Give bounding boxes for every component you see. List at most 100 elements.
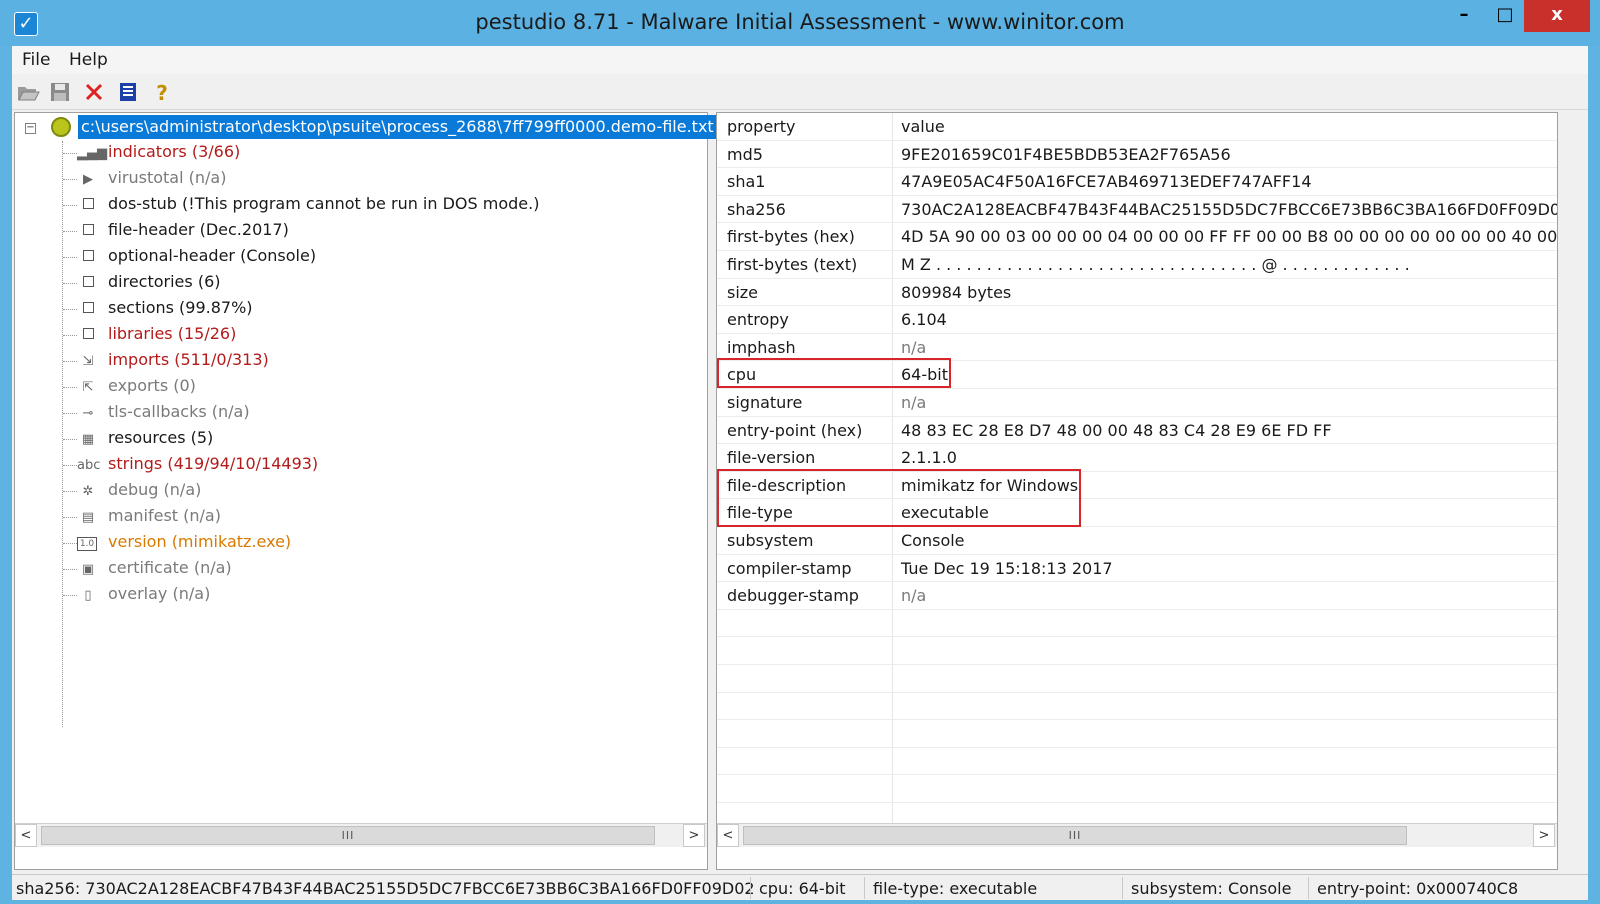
properties-table: property value md5 9FE201659C01F4BE5BDB53EA… xyxy=(717,113,1557,823)
table-row[interactable]: entry-point (hex) 48 83 EC 28 E8 D7 48 00… xyxy=(717,417,1557,445)
value-cell: 48 83 EC 28 E8 D7 48 00 00 48 83 C4 28 E… xyxy=(901,420,1332,440)
save-icon[interactable] xyxy=(48,81,72,105)
tree-node-label: dos-stub (!This program cannot be run in… xyxy=(108,194,540,213)
tree-node-label: tls-callbacks (n/a) xyxy=(108,402,250,421)
table-row[interactable]: first-bytes (hex) 4D 5A 90 00 03 00 00 00… xyxy=(717,223,1557,251)
property-cell: compiler-stamp xyxy=(727,558,852,578)
table-row[interactable]: size 809984 bytes xyxy=(717,279,1557,307)
table-row[interactable]: signature n/a xyxy=(717,389,1557,417)
table-row[interactable]: debugger-stamp n/a xyxy=(717,582,1557,610)
scroll-thumb[interactable]: III xyxy=(41,826,655,845)
table-row[interactable]: file-version 2.1.1.0 xyxy=(717,444,1557,472)
version-icon: 1.0 xyxy=(77,537,97,551)
minimize-button[interactable]: – xyxy=(1440,0,1488,32)
square-icon xyxy=(77,248,99,268)
table-row[interactable]: first-bytes (text) M Z . . . . . . . . . … xyxy=(717,251,1557,279)
tree-node-certificate[interactable]: ▣ certificate (n/a) xyxy=(63,557,683,583)
scroll-right-arrow[interactable]: > xyxy=(683,824,705,847)
bar-chart-icon: ▂▄▆ xyxy=(77,146,107,161)
empty-row xyxy=(717,693,1557,721)
table-row[interactable]: md5 9FE201659C01F4BE5BDB53EA2F765A56 xyxy=(717,141,1557,169)
client-area: File Help ? − c:\users\administrator\des… xyxy=(12,46,1588,900)
tree-node-resources[interactable]: ▦ resources (5) xyxy=(63,427,683,453)
scroll-left-arrow[interactable]: < xyxy=(717,824,739,847)
maximize-button[interactable]: □ xyxy=(1488,0,1522,32)
tree-node-virustotal[interactable]: ▶ virustotal (n/a) xyxy=(63,167,683,193)
tree-node-libraries[interactable]: libraries (15/26) xyxy=(63,323,683,349)
help-icon[interactable]: ? xyxy=(150,81,174,105)
table-horizontal-scrollbar[interactable]: < III > xyxy=(717,823,1557,847)
value-cell: 809984 bytes xyxy=(901,282,1012,302)
abc-icon: abc xyxy=(77,458,101,473)
export-icon: ⇱ xyxy=(82,380,94,395)
menu-file[interactable]: File xyxy=(22,50,50,70)
collapse-icon[interactable]: − xyxy=(25,123,36,134)
tree-node-label: file-header (Dec.2017) xyxy=(108,220,289,239)
value-cell: Tue Dec 19 15:18:13 2017 xyxy=(901,558,1113,578)
certificate-icon: ▣ xyxy=(81,562,95,577)
menu-help[interactable]: Help xyxy=(69,50,108,70)
tree-node-version[interactable]: 1.0 version (mimikatz.exe) xyxy=(63,531,683,557)
square-icon xyxy=(77,274,99,294)
tree-node-manifest[interactable]: ▤ manifest (n/a) xyxy=(63,505,683,531)
value-cell: Console xyxy=(901,531,965,550)
title-bar[interactable]: ✓ pestudio 8.71 - Malware Initial Assess… xyxy=(0,0,1600,46)
tree-node-strings[interactable]: abc strings (419/94/10/14493) xyxy=(63,453,683,479)
property-cell: signature xyxy=(727,393,803,412)
property-cell: sha256 xyxy=(727,199,786,219)
bug-icon: ✲ xyxy=(82,484,94,499)
tree-node-sections[interactable]: sections (99.87%) xyxy=(63,297,683,323)
square-icon xyxy=(77,222,99,242)
import-icon: ⇲ xyxy=(82,354,94,369)
property-cell: debugger-stamp xyxy=(727,586,859,606)
table-row[interactable]: compiler-stamp Tue Dec 19 15:18:13 2017 xyxy=(717,555,1557,583)
tree-node-file-header[interactable]: file-header (Dec.2017) xyxy=(63,219,683,245)
table-row[interactable]: subsystem Console xyxy=(717,527,1557,555)
table-row[interactable]: sha1 47A9E05AC4F50A16FCE7AB469713EDEF747A… xyxy=(717,168,1557,196)
empty-row xyxy=(717,748,1557,776)
folder-open-icon[interactable] xyxy=(16,81,40,105)
tree-node-overlay[interactable]: ▯ overlay (n/a) xyxy=(63,583,683,609)
app-window: ✓ pestudio 8.71 - Malware Initial Assess… xyxy=(0,0,1600,904)
value-cell: 4D 5A 90 00 03 00 00 00 04 00 00 00 FF F… xyxy=(901,227,1557,247)
property-cell: file-version xyxy=(727,448,816,468)
tree-node-indicators[interactable]: ▂▄▆ indicators (3/66) xyxy=(63,141,683,167)
tree-node-directories[interactable]: directories (6) xyxy=(63,271,683,297)
tree-node-exports[interactable]: ⇱ exports (0) xyxy=(63,375,683,401)
empty-row xyxy=(717,720,1557,748)
table-row[interactable]: sha256 730AC2A128EACBF47B43F44BAC25155D5D… xyxy=(717,196,1557,224)
pestudio-root-icon xyxy=(51,117,71,137)
value-cell: value xyxy=(901,117,945,136)
manifest-icon: ▤ xyxy=(81,510,95,525)
table-header[interactable]: property value xyxy=(717,113,1557,141)
close-button[interactable]: x xyxy=(1524,0,1590,32)
scroll-thumb[interactable]: III xyxy=(743,826,1407,845)
property-cell: entry-point (hex) xyxy=(727,420,863,440)
property-cell: subsystem xyxy=(727,531,814,550)
tree-horizontal-scrollbar[interactable]: < III > xyxy=(15,823,707,847)
value-cell: 2.1.1.0 xyxy=(901,448,957,468)
tree-node-label: overlay (n/a) xyxy=(108,584,211,603)
square-icon xyxy=(77,196,99,216)
square-icon xyxy=(77,326,99,346)
tree-node-dos-stub[interactable]: dos-stub (!This program cannot be run in… xyxy=(63,193,683,219)
scroll-right-arrow[interactable]: > xyxy=(1533,824,1555,847)
toolbar: ? xyxy=(12,76,1588,110)
tree-node-label: optional-header (Console) xyxy=(108,246,317,265)
tree-node-imports[interactable]: ⇲ imports (511/0/313) xyxy=(63,349,683,375)
table-row[interactable]: entropy 6.104 xyxy=(717,306,1557,334)
tree-node-tls-callbacks[interactable]: ⊸ tls-callbacks (n/a) xyxy=(63,401,683,427)
tree-node-label: directories (6) xyxy=(108,272,221,291)
delete-icon[interactable] xyxy=(82,81,106,105)
square-icon xyxy=(77,300,99,320)
scroll-left-arrow[interactable]: < xyxy=(15,824,37,847)
tree-node-debug[interactable]: ✲ debug (n/a) xyxy=(63,479,683,505)
list-icon[interactable] xyxy=(116,81,140,105)
root-file-path[interactable]: c:\users\administrator\desktop\psuite\pr… xyxy=(78,115,717,139)
tree-node-optional-header[interactable]: optional-header (Console) xyxy=(63,245,683,271)
tree-node-label: strings (419/94/10/14493) xyxy=(108,454,319,473)
virustotal-icon: ▶ xyxy=(83,172,93,187)
tree-node-label: exports (0) xyxy=(108,376,196,395)
tree-node-label: imports (511/0/313) xyxy=(108,350,269,369)
property-cell: property xyxy=(727,117,796,136)
